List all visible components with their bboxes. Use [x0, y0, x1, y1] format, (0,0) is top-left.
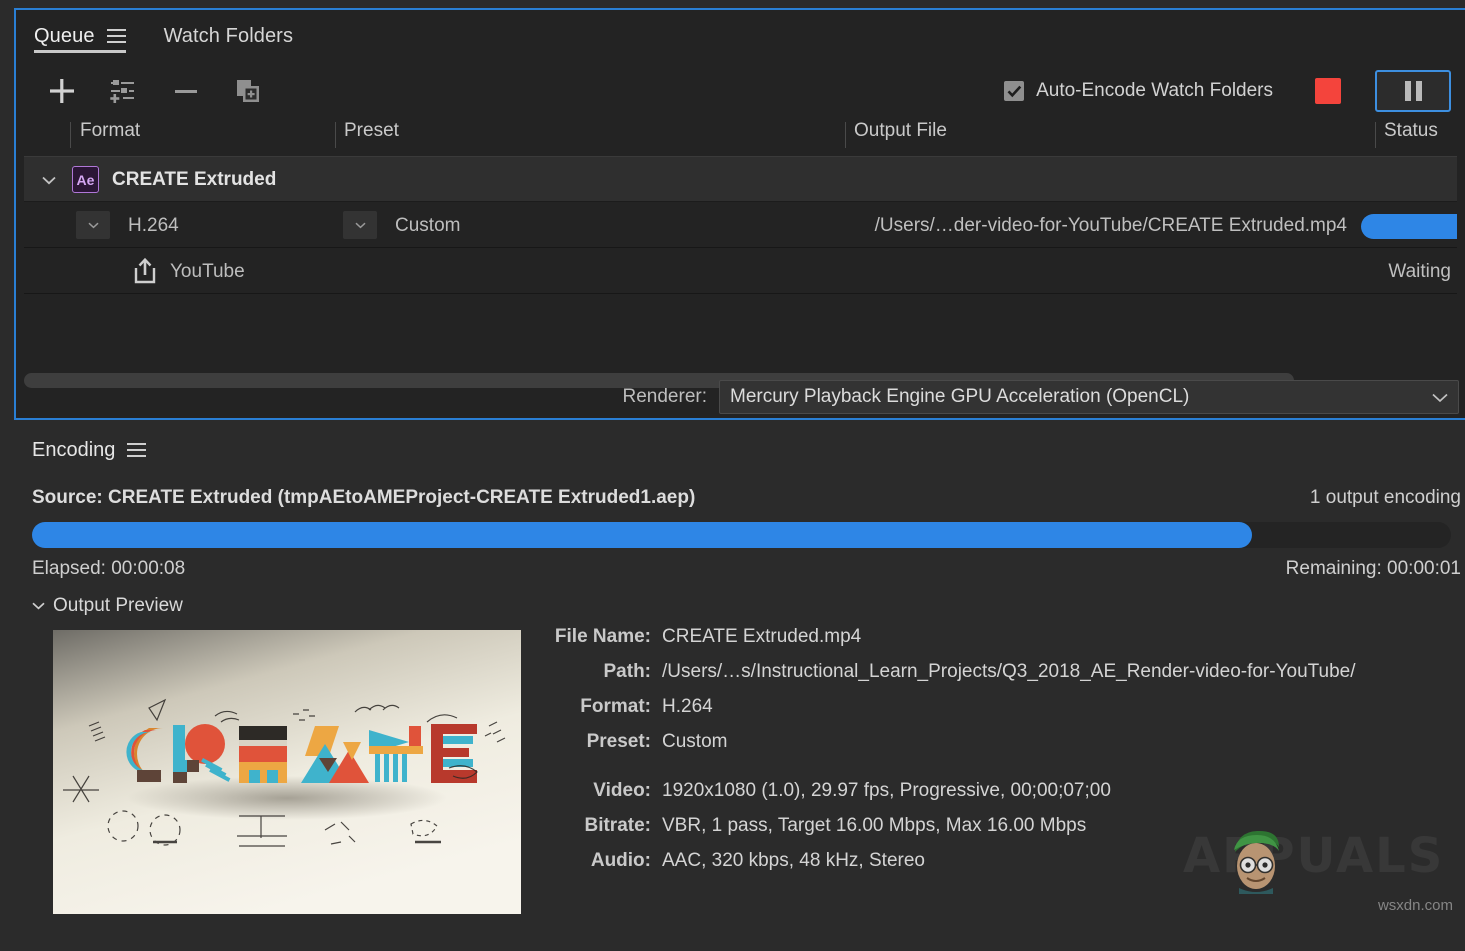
queue-panel-menu-icon[interactable]: [107, 29, 126, 43]
format-dropdown[interactable]: [76, 211, 110, 239]
renderer-select[interactable]: Mercury Playback Engine GPU Acceleration…: [719, 380, 1459, 414]
chevron-down-icon[interactable]: [32, 597, 45, 615]
tab-queue-label: Queue: [34, 25, 95, 48]
preset-value: Custom: [395, 215, 460, 237]
detail-value: CREATE Extruded.mp4: [662, 626, 861, 648]
auto-encode-checkbox[interactable]: [1004, 81, 1024, 101]
detail-label: File Name:: [542, 626, 662, 648]
output-preview-thumbnail: [53, 630, 521, 914]
renderer-row: Renderer: Mercury Playback Engine GPU Ac…: [16, 376, 1465, 418]
tab-watch-folders[interactable]: Watch Folders: [164, 10, 293, 62]
duplicate-icon[interactable]: [228, 72, 268, 110]
detail-row-audio: Audio: AAC, 320 kbps, 48 kHz, Stereo: [542, 850, 1457, 885]
tab-encoding-label: Encoding: [32, 439, 115, 462]
chevron-down-icon[interactable]: [38, 157, 60, 203]
queue-toolbar: Auto-Encode Watch Folders: [16, 62, 1465, 120]
detail-label: Preset:: [542, 731, 662, 753]
queue-table-header: Format Preset Output File Status: [24, 120, 1457, 156]
detail-spacer: [542, 766, 1457, 780]
queue-item-name: CREATE Extruded: [112, 169, 276, 191]
encoding-progress-track: [32, 522, 1451, 548]
queue-panel: Queue Watch Folders: [14, 8, 1465, 420]
tab-watch-folders-label: Watch Folders: [164, 25, 293, 48]
after-effects-badge: Ae: [72, 166, 99, 193]
pause-bar-left: [1405, 81, 1411, 101]
column-divider[interactable]: [845, 122, 846, 148]
output-file-value[interactable]: /Users/…der-video-for-YouTube/CREATE Ext…: [875, 215, 1347, 237]
detail-value: /Users/…s/Instructional_Learn_Projects/Q…: [662, 661, 1356, 683]
renderer-value: Mercury Playback Engine GPU Acceleration…: [730, 386, 1189, 408]
remove-source-button[interactable]: [166, 72, 206, 110]
encoding-source-label: Source: CREATE Extruded (tmpAEtoAMEProje…: [32, 487, 695, 509]
column-header-preset[interactable]: Preset: [344, 120, 399, 142]
add-preset-icon[interactable]: [104, 72, 144, 110]
pause-queue-button[interactable]: [1375, 70, 1451, 112]
status-progress-bar: [1361, 214, 1457, 239]
preset-dropdown[interactable]: [343, 211, 377, 239]
queue-toolbar-icons: [42, 72, 268, 110]
encoding-times-row: Elapsed: 00:00:08 Remaining: 00:00:01: [14, 548, 1465, 590]
chevron-down-icon: [1432, 390, 1448, 408]
column-divider[interactable]: [70, 122, 71, 148]
pause-bar-right: [1416, 81, 1422, 101]
detail-row-preset: Preset: Custom: [542, 731, 1457, 766]
column-header-format[interactable]: Format: [80, 120, 140, 142]
detail-label: Path:: [542, 661, 662, 683]
encoding-source-row: Source: CREATE Extruded (tmpAEtoAMEProje…: [14, 476, 1465, 520]
publish-status: Waiting: [1388, 261, 1451, 283]
renderer-label: Renderer:: [623, 386, 708, 408]
encoding-panel: Encoding Source: CREATE Extruded (tmpAEt…: [14, 424, 1465, 943]
auto-encode-label: Auto-Encode Watch Folders: [1036, 80, 1273, 102]
detail-row-format: Format: H.264: [542, 696, 1457, 731]
format-value: H.264: [128, 215, 179, 237]
remaining-time-label: Remaining: 00:00:01: [1286, 558, 1461, 580]
auto-encode-watch-folders[interactable]: Auto-Encode Watch Folders: [1004, 80, 1273, 102]
output-details: File Name: CREATE Extruded.mp4 Path: /Us…: [542, 626, 1457, 885]
queue-toolbar-right: Auto-Encode Watch Folders: [1004, 62, 1459, 120]
detail-value: VBR, 1 pass, Target 16.00 Mbps, Max 16.0…: [662, 815, 1086, 837]
detail-label: Format:: [542, 696, 662, 718]
output-count-label: 1 output encoding: [1310, 487, 1461, 509]
output-preview-header[interactable]: Output Preview: [14, 590, 1465, 622]
detail-row-bitrate: Bitrate: VBR, 1 pass, Target 16.00 Mbps,…: [542, 815, 1457, 850]
preview-render-image: [53, 630, 521, 914]
column-divider[interactable]: [1375, 122, 1376, 148]
detail-row-video: Video: 1920x1080 (1.0), 29.97 fps, Progr…: [542, 780, 1457, 815]
tab-queue[interactable]: Queue: [34, 10, 126, 62]
encoding-tabbar: Encoding: [14, 424, 1465, 476]
detail-value: Custom: [662, 731, 727, 753]
encoding-panel-menu-icon[interactable]: [127, 443, 146, 457]
watermark-site: wsxdn.com: [1378, 897, 1453, 914]
detail-label: Video:: [542, 780, 662, 802]
upload-icon[interactable]: [132, 257, 158, 290]
detail-row-file-name: File Name: CREATE Extruded.mp4: [542, 626, 1457, 661]
elapsed-time-label: Elapsed: 00:00:08: [32, 558, 185, 580]
detail-label: Audio:: [542, 850, 662, 872]
table-row[interactable]: Ae CREATE Extruded: [24, 156, 1457, 202]
detail-label: Bitrate:: [542, 815, 662, 837]
stop-queue-button[interactable]: [1315, 78, 1341, 104]
encoding-progress-fill: [32, 522, 1252, 548]
output-preview-body: File Name: CREATE Extruded.mp4 Path: /Us…: [14, 622, 1465, 922]
detail-value: 1920x1080 (1.0), 29.97 fps, Progressive,…: [662, 780, 1111, 802]
detail-value: AAC, 320 kbps, 48 kHz, Stereo: [662, 850, 925, 872]
detail-value: H.264: [662, 696, 713, 718]
add-source-button[interactable]: [42, 72, 82, 110]
column-header-status[interactable]: Status: [1384, 120, 1438, 142]
column-header-output-file[interactable]: Output File: [854, 120, 947, 142]
table-row[interactable]: YouTube Waiting: [24, 248, 1457, 294]
queue-tabbar: Queue Watch Folders: [16, 10, 1465, 62]
media-encoder-window: Queue Watch Folders: [0, 0, 1465, 951]
table-row[interactable]: H.264 Custom /Users/…der-video-for-YouTu…: [24, 202, 1457, 248]
detail-row-path: Path: /Users/…s/Instructional_Learn_Proj…: [542, 661, 1457, 696]
output-preview-label: Output Preview: [53, 595, 183, 617]
publish-destination-label: YouTube: [170, 261, 245, 283]
queue-empty-area: [24, 294, 1457, 350]
column-divider[interactable]: [335, 122, 336, 148]
queue-table: Format Preset Output File Status Ae CREA…: [24, 120, 1457, 350]
